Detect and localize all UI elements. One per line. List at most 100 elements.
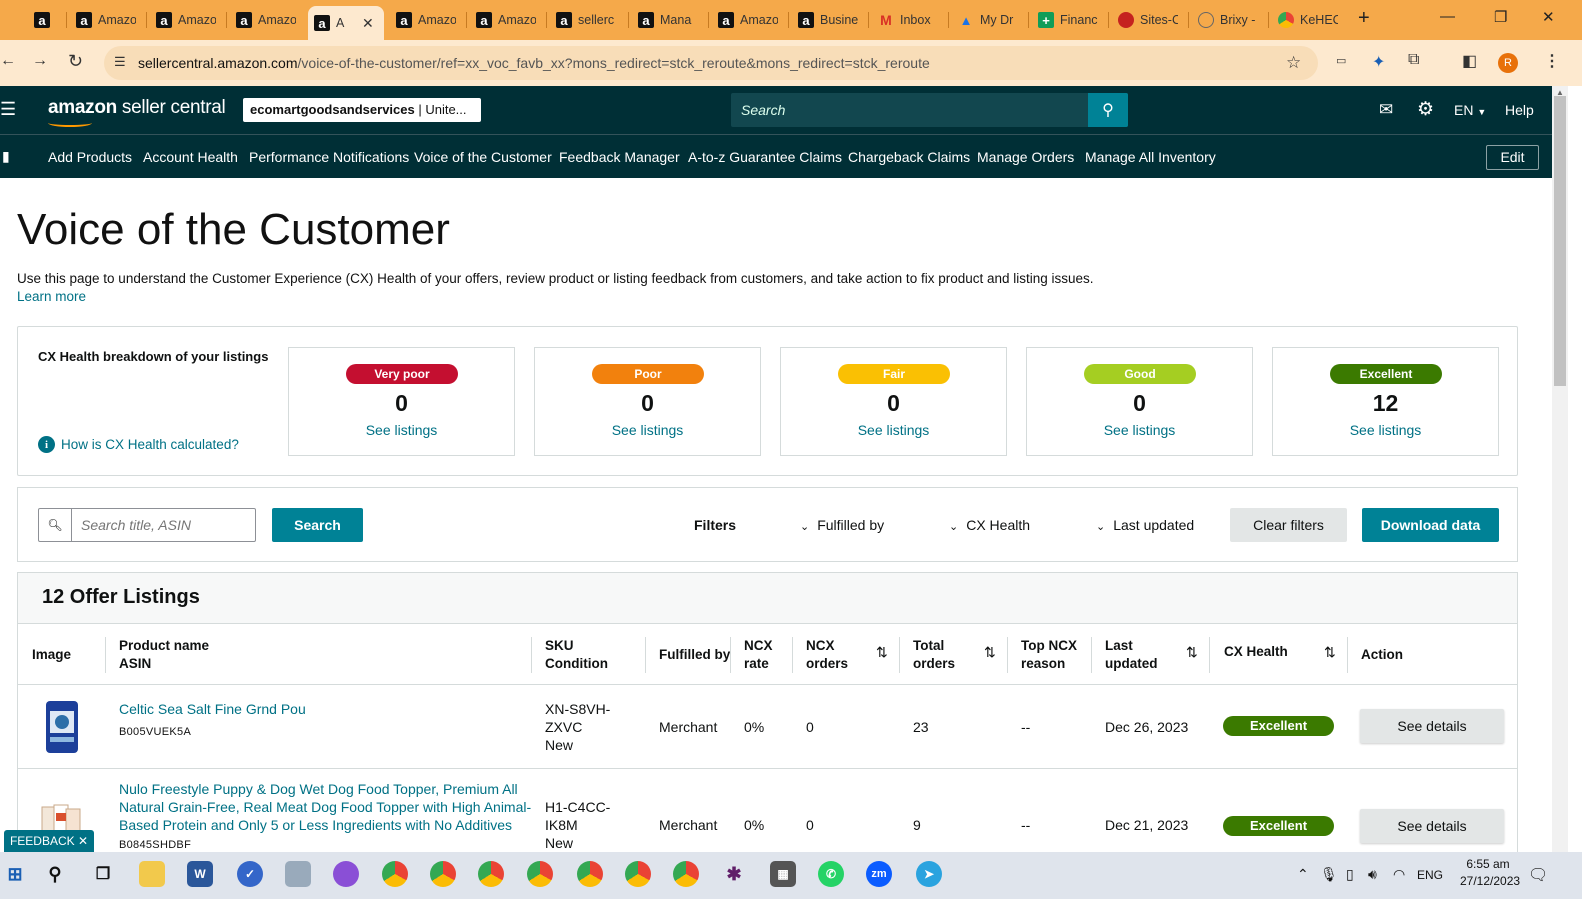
learn-more-link[interactable]: Learn more (17, 289, 86, 304)
extension-icon[interactable]: ▭ (1336, 54, 1346, 67)
column-header-ncx-orders[interactable]: NCX orders (806, 637, 848, 673)
forward-icon[interactable]: → (32, 52, 48, 70)
see-listings-link[interactable]: See listings (781, 422, 1006, 438)
chrome-icon[interactable] (478, 861, 504, 887)
listing-search-input[interactable] (73, 509, 253, 541)
browser-tab[interactable]: a Amazo (390, 6, 462, 34)
reload-icon[interactable]: ↻ (68, 51, 83, 72)
nav-item-voice-of-the-customer[interactable]: Voice of the Customer (414, 149, 552, 165)
listing-search-button[interactable]: Search (272, 508, 363, 542)
cx-health-calculated-link[interactable]: i How is CX Health calculated? (38, 436, 239, 453)
chrome-icon[interactable] (625, 861, 651, 887)
app-icon[interactable] (333, 861, 359, 887)
extension-icon[interactable]: ✦ (1372, 52, 1385, 72)
account-switcher[interactable]: ecomartgoodsandservices | Unite... (243, 98, 481, 122)
see-listings-link[interactable]: See listings (1273, 422, 1498, 438)
language-indicator[interactable]: ENG (1417, 868, 1443, 882)
search-button[interactable]: ⚲ (1088, 93, 1128, 127)
back-icon[interactable]: ← (0, 52, 16, 70)
bookmark-star-icon[interactable]: ☆ (1286, 53, 1301, 73)
new-tab-icon[interactable]: + (1358, 7, 1370, 30)
language-selector[interactable]: EN ▼ (1454, 102, 1486, 118)
close-window-icon[interactable]: ✕ (1542, 8, 1555, 26)
calculator-icon[interactable]: ▦ (770, 861, 796, 887)
column-header-last-updated[interactable]: Last updated (1105, 637, 1158, 673)
download-data-button[interactable]: Download data (1362, 508, 1499, 542)
mail-icon[interactable]: ✉ (1379, 100, 1393, 120)
cx-health-dropdown[interactable]: ⌄ CX Health (949, 517, 1030, 533)
last-updated-dropdown[interactable]: ⌄ Last updated (1096, 517, 1194, 533)
see-details-button[interactable]: See details (1360, 809, 1504, 843)
search-icon[interactable]: ⚲ (42, 861, 68, 887)
restore-icon[interactable]: ❐ (1494, 8, 1507, 26)
sort-icon[interactable]: ⇅ (1324, 644, 1336, 661)
product-name-link[interactable]: Celtic Sea Salt Fine Grnd Pou (119, 700, 306, 718)
see-details-button[interactable]: See details (1360, 709, 1504, 743)
nav-item-manage-orders[interactable]: Manage Orders (977, 149, 1074, 165)
microphone-icon[interactable]: 🎙︎ (1320, 866, 1338, 883)
bookmark-icon[interactable]: ▮ (2, 148, 10, 165)
scrollbar-thumb[interactable] (1554, 96, 1566, 386)
browser-tab[interactable]: a Amazo (230, 6, 302, 34)
notifications-icon[interactable]: 🗨︎ (1528, 865, 1548, 885)
profile-avatar[interactable]: R (1498, 53, 1518, 73)
browser-tab[interactable]: ▲ My Dr (952, 6, 1024, 34)
close-tab-icon[interactable]: ✕ (362, 15, 374, 32)
browser-tab[interactable]: a Busine (792, 6, 864, 34)
zoom-icon[interactable]: zm (866, 861, 892, 887)
product-image[interactable] (44, 699, 80, 755)
browser-tab[interactable]: Brixy - (1192, 6, 1264, 34)
nav-item-chargeback-claims[interactable]: Chargeback Claims (848, 149, 970, 165)
feedback-button[interactable]: FEEDBACK ✕ (4, 830, 94, 853)
browser-tab[interactable]: a Amazo (712, 6, 784, 34)
wifi-icon[interactable]: ◠ (1393, 866, 1405, 883)
browser-tab[interactable]: M Inbox (872, 6, 944, 34)
clear-filters-button[interactable]: Clear filters (1230, 508, 1347, 542)
notepad-icon[interactable] (285, 861, 311, 887)
word-icon[interactable]: W (187, 861, 213, 887)
sort-icon[interactable]: ⇅ (876, 644, 888, 661)
close-icon[interactable]: ✕ (78, 834, 88, 848)
gear-icon[interactable]: ⚙ (1417, 98, 1434, 121)
battery-icon[interactable]: ▯ (1346, 866, 1354, 883)
browser-tab[interactable]: Sites-C (1112, 6, 1184, 34)
nav-item-feedback-manager[interactable]: Feedback Manager (559, 149, 680, 165)
nav-item-performance-notifications[interactable]: Performance Notifications (249, 149, 409, 165)
edit-nav-button[interactable]: Edit (1486, 145, 1539, 170)
sort-icon[interactable]: ⇅ (1186, 644, 1198, 661)
seller-central-logo[interactable]: amazon seller central (48, 97, 226, 127)
browser-tab[interactable]: KeHEC (1272, 6, 1344, 34)
see-listings-link[interactable]: See listings (1027, 422, 1252, 438)
volume-icon[interactable]: 🔊︎ (1368, 866, 1377, 883)
fulfilled-by-dropdown[interactable]: ⌄ Fulfilled by (800, 517, 884, 533)
hamburger-menu-icon[interactable]: ☰ (0, 99, 16, 120)
chrome-icon[interactable] (673, 861, 699, 887)
task-view-icon[interactable]: ❐ (90, 861, 116, 887)
whatsapp-icon[interactable]: ✆ (818, 861, 844, 887)
nav-item-account-health[interactable]: Account Health (143, 149, 238, 165)
product-name-link[interactable]: Nulo Freestyle Puppy & Dog Wet Dog Food … (119, 780, 531, 834)
browser-tab[interactable]: a sellerc (550, 6, 624, 34)
minimize-icon[interactable]: — (1440, 8, 1455, 25)
telegram-icon[interactable]: ➤ (916, 861, 942, 887)
nav-item-manage-all-inventory[interactable]: Manage All Inventory (1085, 149, 1216, 165)
browser-tab[interactable]: a Amazo (150, 6, 222, 34)
browser-tab[interactable]: a Amazo (70, 6, 142, 34)
column-header-cx-health[interactable]: CX Health (1224, 643, 1288, 661)
extensions-puzzle-icon[interactable]: ⧉ (1408, 51, 1419, 69)
browser-tab[interactable]: a Amazo (470, 6, 542, 34)
chrome-icon[interactable] (430, 861, 456, 887)
chrome-icon[interactable] (382, 861, 408, 887)
url-field[interactable]: ☰ sellercentral.amazon.com/voice-of-the-… (104, 46, 1318, 80)
browser-menu-icon[interactable]: ⋮ (1544, 51, 1560, 71)
chevron-up-icon[interactable]: ⌃ (1297, 866, 1309, 883)
chrome-icon[interactable] (577, 861, 603, 887)
file-explorer-icon[interactable] (139, 861, 165, 887)
see-listings-link[interactable]: See listings (535, 422, 760, 438)
nav-item-a-to-z-claims[interactable]: A-to-z Guarantee Claims (688, 149, 842, 165)
browser-tab-active[interactable]: a A ✕ (308, 6, 384, 40)
chrome-icon[interactable] (527, 861, 553, 887)
see-listings-link[interactable]: See listings (289, 422, 514, 438)
browser-tab[interactable]: a (28, 6, 64, 34)
column-header-total-orders[interactable]: Total orders (913, 637, 955, 673)
